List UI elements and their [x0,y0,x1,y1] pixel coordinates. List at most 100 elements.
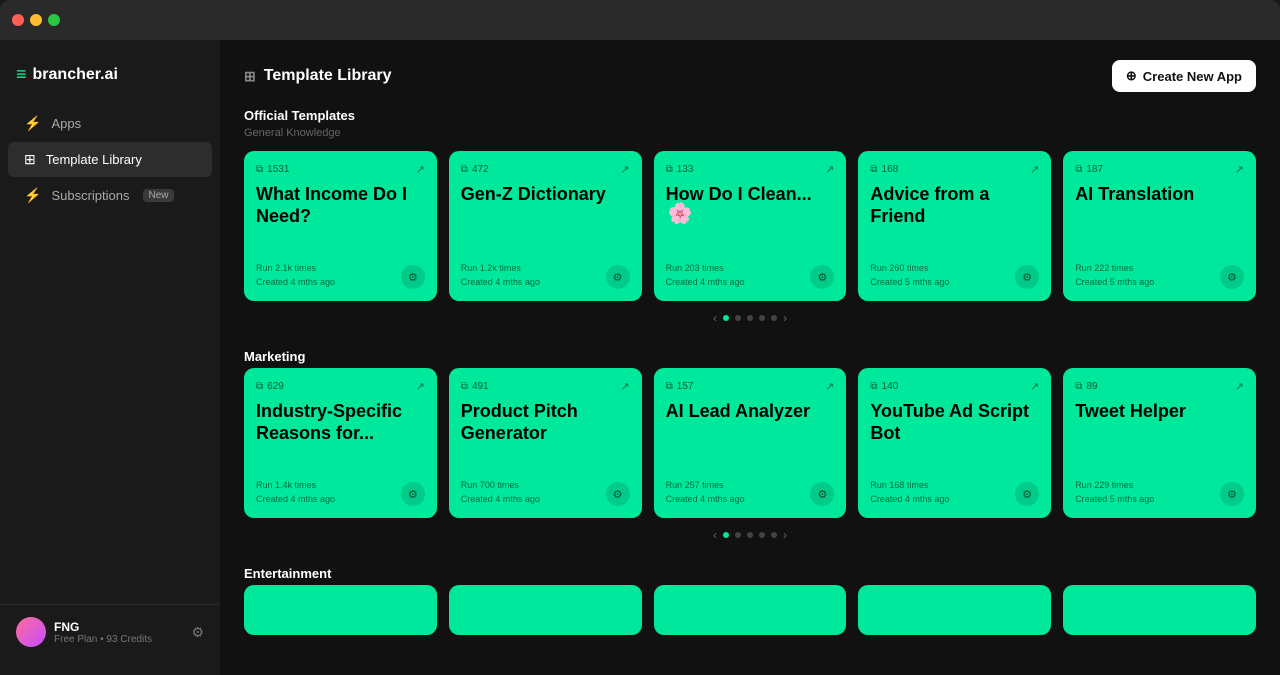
copy-icon: ⧉ [256,381,263,392]
card-settings-icon[interactable]: ⚙ [606,482,630,506]
sidebar: ≡ brancher.ai ⚡ Apps ⊞ Template Library … [0,40,220,675]
card-footer: Run 1.4k times Created 4 mths ago ⚙ [256,479,425,506]
card-footer: Run 700 times Created 4 mths ago ⚙ [461,479,630,506]
card-industry-specific[interactable]: ⧉ 629 ↗ Industry-Specific Reasons for...… [244,368,437,518]
entertainment-card-1[interactable] [244,585,437,635]
run-times: Run 1.2k times [461,262,540,276]
card-stats: Run 203 times Created 4 mths ago [666,262,745,289]
card-settings-icon[interactable]: ⚙ [810,265,834,289]
card-footer: Run 168 times Created 4 mths ago ⚙ [870,479,1039,506]
card-meta: ⧉ 133 [666,164,694,175]
sidebar-item-apps[interactable]: ⚡ Apps [8,106,212,141]
sidebar-item-template-library[interactable]: ⊞ Template Library [8,142,212,177]
card-stats: Run 260 times Created 5 mths ago [870,262,949,289]
entertainment-card-4[interactable] [858,585,1051,635]
pagination-dot-5[interactable] [771,315,777,321]
card-what-income[interactable]: ⧉ 1531 ↗ What Income Do I Need? Run 2.1k… [244,151,437,301]
card-title: AI Translation [1075,184,1244,262]
card-title: Tweet Helper [1075,401,1244,479]
external-link-icon[interactable]: ↗ [825,380,834,393]
header: ⊞ Template Library ⊕ Create New App [244,40,1256,108]
copy-icon: ⧉ [256,164,263,175]
card-tweet-helper[interactable]: ⧉ 89 ↗ Tweet Helper Run 229 times Create… [1063,368,1256,518]
card-title: Advice from a Friend [870,184,1039,262]
copy-icon: ⧉ [461,381,468,392]
card-footer: Run 222 times Created 5 mths ago ⚙ [1075,262,1244,289]
pagination-dot-5[interactable] [771,532,777,538]
external-link-icon[interactable]: ↗ [416,163,425,176]
card-settings-icon[interactable]: ⚙ [401,265,425,289]
card-count: 168 [882,164,899,175]
close-dot[interactable] [12,14,24,26]
external-link-icon[interactable]: ↗ [1235,380,1244,393]
entertainment-card-3[interactable] [654,585,847,635]
created-time: Created 5 mths ago [1075,493,1154,507]
created-time: Created 4 mths ago [461,493,540,507]
logo: ≡ brancher.ai [0,56,220,105]
external-link-icon[interactable]: ↗ [416,380,425,393]
official-templates-section: Official Templates General Knowledge ⧉ 1… [244,108,1256,325]
prev-arrow[interactable]: ‹ [713,528,717,542]
external-link-icon[interactable]: ↗ [1030,163,1039,176]
pagination-dot-3[interactable] [747,315,753,321]
run-times: Run 700 times [461,479,540,493]
card-header: ⧉ 168 ↗ [870,163,1039,176]
pagination-dot-4[interactable] [759,315,765,321]
pagination-dot-1[interactable] [723,315,729,321]
entertainment-section: Entertainment [244,566,1256,635]
card-title: Gen-Z Dictionary [461,184,630,262]
prev-arrow[interactable]: ‹ [713,311,717,325]
card-how-do-i-clean[interactable]: ⧉ 133 ↗ How Do I Clean... 🌸 Run 203 time… [654,151,847,301]
card-header: ⧉ 472 ↗ [461,163,630,176]
card-stats: Run 222 times Created 5 mths ago [1075,262,1154,289]
minimize-dot[interactable] [30,14,42,26]
pagination-dot-3[interactable] [747,532,753,538]
card-settings-icon[interactable]: ⚙ [606,265,630,289]
entertainment-card-2[interactable] [449,585,642,635]
run-times: Run 1.4k times [256,479,335,493]
pagination-dot-1[interactable] [723,532,729,538]
card-gen-z-dictionary[interactable]: ⧉ 472 ↗ Gen-Z Dictionary Run 1.2k times … [449,151,642,301]
card-ai-translation[interactable]: ⧉ 187 ↗ AI Translation Run 222 times Cre… [1063,151,1256,301]
user-settings-icon[interactable]: ⚙ [191,624,204,641]
template-library-icon: ⊞ [24,151,36,168]
next-arrow[interactable]: › [783,528,787,542]
card-header: ⧉ 89 ↗ [1075,380,1244,393]
create-new-app-button[interactable]: ⊕ Create New App [1112,60,1256,92]
user-info: FNG Free Plan • 93 Credits [54,620,183,645]
card-ai-lead-analyzer[interactable]: ⧉ 157 ↗ AI Lead Analyzer Run 257 times C… [654,368,847,518]
card-advice-from-friend[interactable]: ⧉ 168 ↗ Advice from a Friend Run 260 tim… [858,151,1051,301]
copy-icon: ⧉ [870,164,877,175]
external-link-icon[interactable]: ↗ [1235,163,1244,176]
card-meta: ⧉ 491 [461,381,489,392]
card-settings-icon[interactable]: ⚙ [401,482,425,506]
card-header: ⧉ 187 ↗ [1075,163,1244,176]
next-arrow[interactable]: › [783,311,787,325]
entertainment-card-5[interactable] [1063,585,1256,635]
pagination-dot-2[interactable] [735,532,741,538]
external-link-icon[interactable]: ↗ [620,380,629,393]
card-title: YouTube Ad Script Bot [870,401,1039,479]
maximize-dot[interactable] [48,14,60,26]
card-settings-icon[interactable]: ⚙ [1015,265,1039,289]
external-link-icon[interactable]: ↗ [620,163,629,176]
card-settings-icon[interactable]: ⚙ [1015,482,1039,506]
pagination-dot-2[interactable] [735,315,741,321]
sidebar-item-subscriptions[interactable]: ⚡ Subscriptions New [8,178,212,213]
external-link-icon[interactable]: ↗ [1030,380,1039,393]
pagination-dot-4[interactable] [759,532,765,538]
card-product-pitch-generator[interactable]: ⧉ 491 ↗ Product Pitch Generator Run 700 … [449,368,642,518]
card-meta: ⧉ 1531 [256,164,289,175]
card-youtube-ad-script-bot[interactable]: ⧉ 140 ↗ YouTube Ad Script Bot Run 168 ti… [858,368,1051,518]
card-settings-icon[interactable]: ⚙ [1220,265,1244,289]
card-count: 133 [677,164,694,175]
user-name: FNG [54,620,183,634]
copy-icon: ⧉ [666,164,673,175]
subscriptions-badge: New [143,189,173,202]
card-footer: Run 1.2k times Created 4 mths ago ⚙ [461,262,630,289]
card-settings-icon[interactable]: ⚙ [1220,482,1244,506]
subscriptions-icon: ⚡ [24,187,41,204]
external-link-icon[interactable]: ↗ [825,163,834,176]
card-settings-icon[interactable]: ⚙ [810,482,834,506]
card-count: 140 [882,381,899,392]
